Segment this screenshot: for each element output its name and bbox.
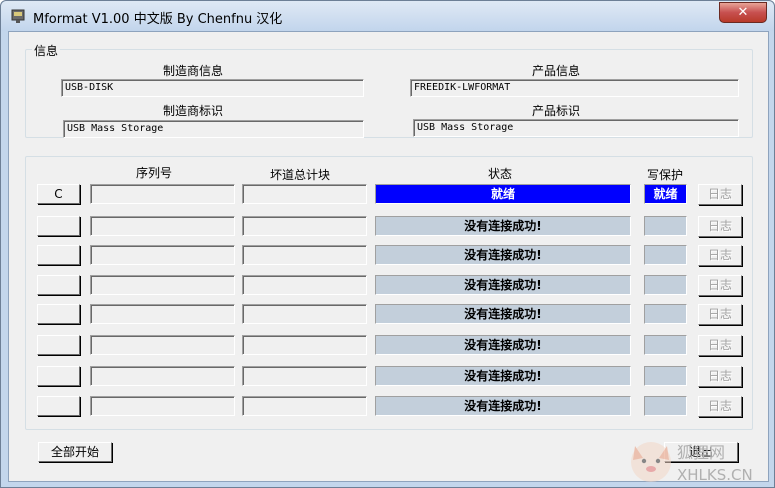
product-info-label: 产品信息 [532,64,581,78]
manufacturer-info-field[interactable]: USB-DISK [61,79,364,97]
status-field: 没有连接成功! [375,366,631,386]
drive-button[interactable] [37,275,80,295]
status-field: 没有连接成功! [375,396,631,416]
status-field: 没有连接成功! [375,245,631,265]
manufacturer-id-label: 制造商标识 [163,104,224,118]
product-id-label: 产品标识 [532,104,581,118]
log-button[interactable]: 日志 [698,184,742,205]
drive-button[interactable] [37,245,80,265]
status-field: 就绪 [375,184,631,204]
serial-field[interactable] [90,335,235,355]
client-area: 信息 制造商信息 USB-DISK 产品信息 FREEDIK-LWFORMAT … [8,31,769,482]
devices-groupbox: 序列号 坏道总计块 状态 写保护 C 就绪 就绪 日志 没有连接成功! 日志 没有连接成功!… [25,156,753,430]
header-write-protect: 写保护 [647,168,684,182]
serial-field[interactable] [90,216,235,236]
bad-blocks-field[interactable] [242,184,367,204]
log-button[interactable]: 日志 [698,304,742,325]
bad-blocks-field[interactable] [242,275,367,295]
window-title: Mformat V1.00 中文版 By Chenfnu 汉化 [33,12,283,27]
info-legend: 信息 [32,42,61,59]
log-button[interactable]: 日志 [698,366,742,387]
bad-blocks-field[interactable] [242,366,367,386]
app-icon [11,9,25,23]
write-protect-field: 就绪 [644,184,687,204]
log-button[interactable]: 日志 [698,216,742,237]
watermark-logo: 狐狸网 XHLKS.CN [631,442,753,484]
write-protect-field [644,396,687,416]
drive-button[interactable] [37,216,80,236]
drive-button[interactable]: C [37,184,80,204]
header-status: 状态 [488,167,513,181]
log-button[interactable]: 日志 [698,335,742,356]
close-button[interactable]: ✕ [719,2,767,23]
product-id-field[interactable]: USB Mass Storage [413,119,739,137]
bad-blocks-field[interactable] [242,216,367,236]
bad-blocks-field[interactable] [242,335,367,355]
serial-field[interactable] [90,396,235,416]
status-field: 没有连接成功! [375,335,631,355]
serial-field[interactable] [90,304,235,324]
write-protect-field [644,304,687,324]
close-icon: ✕ [737,5,749,20]
bad-blocks-field[interactable] [242,245,367,265]
bad-blocks-field[interactable] [242,396,367,416]
log-button[interactable]: 日志 [698,245,742,266]
status-field: 没有连接成功! [375,304,631,324]
header-bad-blocks: 坏道总计块 [270,168,331,182]
bad-blocks-field[interactable] [242,304,367,324]
log-button[interactable]: 日志 [698,275,742,296]
title-bar[interactable]: Mformat V1.00 中文版 By Chenfnu 汉化 ✕ [1,1,774,31]
start-all-button[interactable]: 全部开始 [38,442,112,462]
drive-button[interactable] [37,366,80,386]
write-protect-field [644,245,687,265]
info-groupbox: 信息 制造商信息 USB-DISK 产品信息 FREEDIK-LWFORMAT … [25,42,753,138]
drive-button[interactable] [37,304,80,324]
serial-field[interactable] [90,184,235,204]
status-field: 没有连接成功! [375,216,631,236]
manufacturer-info-label: 制造商信息 [163,64,224,78]
write-protect-field [644,335,687,355]
serial-field[interactable] [90,245,235,265]
write-protect-field [644,366,687,386]
status-field: 没有连接成功! [375,275,631,295]
header-serial: 序列号 [136,166,173,180]
manufacturer-id-field[interactable]: USB Mass Storage [63,120,364,138]
drive-button[interactable] [37,335,80,355]
log-button[interactable]: 日志 [698,396,742,417]
watermark-name: 狐狸网 [677,443,725,462]
serial-field[interactable] [90,366,235,386]
product-info-field[interactable]: FREEDIK-LWFORMAT [410,79,739,97]
app-window: Mformat V1.00 中文版 By Chenfnu 汉化 ✕ 信息 制造商… [0,0,775,488]
write-protect-field [644,216,687,236]
write-protect-field [644,275,687,295]
watermark-url: XHLKS.CN [677,466,753,484]
drive-button[interactable] [37,396,80,416]
serial-field[interactable] [90,275,235,295]
